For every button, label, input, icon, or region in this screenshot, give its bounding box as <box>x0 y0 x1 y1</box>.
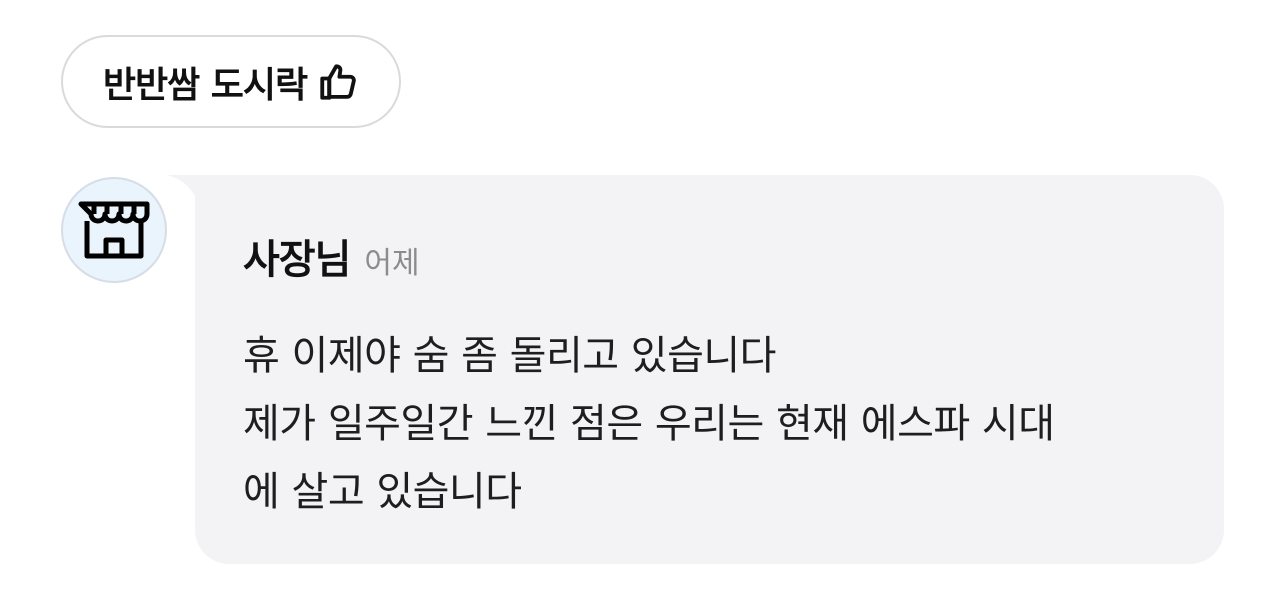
menu-chip-label: 반반쌈 도시락 <box>102 64 308 106</box>
thumbs-up-icon <box>317 61 359 103</box>
reply-header: 사장님 어제 <box>243 227 420 285</box>
reply-line: 제가 일주일간 느낀 점은 우리는 현재 에스파 시대 <box>243 401 1055 447</box>
reply-author: 사장님 <box>243 237 351 283</box>
store-icon <box>77 200 151 260</box>
reply-line: 휴 이제야 숨 좀 돌리고 있습니다 <box>243 333 776 379</box>
menu-recommend-chip[interactable]: 반반쌈 도시락 <box>61 35 401 128</box>
owner-avatar <box>61 177 167 283</box>
reply-line: 에 살고 있습니다 <box>243 469 522 515</box>
reply-text: 휴 이제야 숨 좀 돌리고 있습니다 제가 일주일간 느낀 점은 우리는 현재 … <box>243 322 1203 526</box>
reply-time: 어제 <box>364 246 420 281</box>
